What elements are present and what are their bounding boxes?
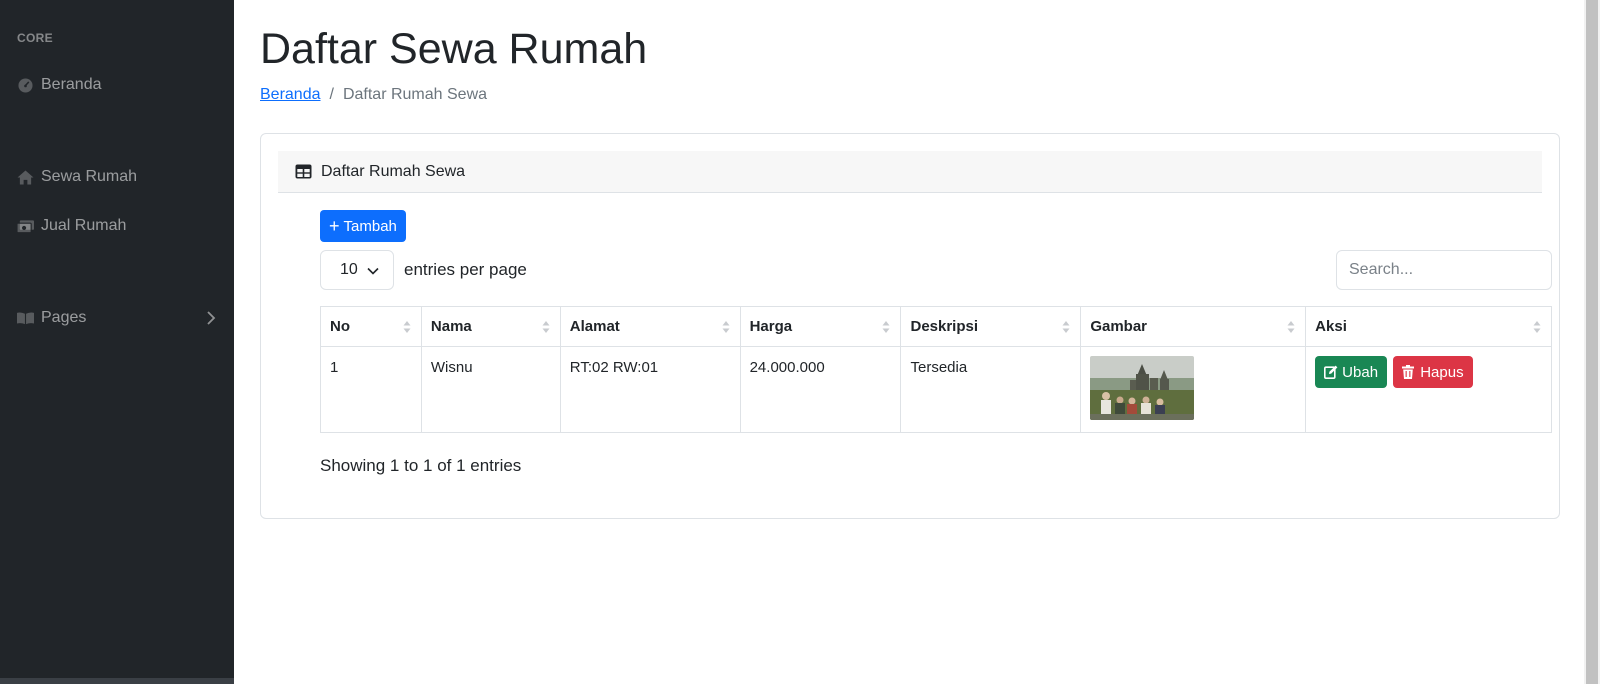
edit-button-label: Ubah: [1342, 363, 1379, 381]
sidebar-item-sewa-rumah[interactable]: Sewa Rumah: [16, 165, 137, 189]
column-header-gambar[interactable]: Gambar: [1080, 306, 1307, 347]
sidebar-item-pages[interactable]: Pages: [16, 306, 86, 330]
rental-table: No Nama Alamat Harga Deskripsi Gambar Ak…: [320, 306, 1552, 433]
column-header-label: Harga: [749, 318, 793, 335]
book-open-icon: [16, 310, 34, 326]
add-button-label: Tambah: [343, 217, 397, 235]
table-row: 1 Wisnu RT:02 RW:01 24.000.000 Tersedia: [320, 346, 1552, 433]
sort-icon: [722, 321, 730, 333]
cell-alamat: RT:02 RW:01: [559, 346, 741, 433]
sidebar-item-beranda[interactable]: Beranda: [16, 73, 102, 97]
sort-icon: [403, 321, 411, 333]
column-header-alamat[interactable]: Alamat: [559, 306, 741, 347]
entries-per-page-value: 10: [340, 261, 358, 278]
column-header-label: Nama: [430, 318, 472, 335]
page-title: Daftar Sewa Rumah: [260, 25, 648, 73]
rental-list-card: Daftar Rumah Sewa + Tambah 10 entries pe…: [260, 133, 1560, 519]
column-header-harga[interactable]: Harga: [739, 306, 902, 347]
money-bill-icon: [16, 218, 34, 234]
add-button[interactable]: + Tambah: [320, 210, 406, 242]
sidebar-heading: CORE: [17, 31, 53, 45]
main-content: Daftar Sewa Rumah Beranda / Daftar Rumah…: [234, 0, 1584, 684]
pagination-info: Showing 1 to 1 of 1 entries: [320, 456, 522, 475]
sidebar-item-label: Beranda: [41, 76, 102, 93]
tachometer-icon: [16, 77, 34, 93]
page-scrollbar[interactable]: [1584, 0, 1600, 684]
chevron-down-icon: [367, 267, 379, 275]
column-header-label: Alamat: [569, 318, 620, 335]
sidebar-footer: [0, 678, 234, 684]
delete-button-label: Hapus: [1420, 363, 1464, 381]
edit-button[interactable]: Ubah: [1315, 356, 1388, 388]
cell-deskripsi: Tersedia: [900, 346, 1082, 433]
sort-icon: [1287, 321, 1295, 333]
sidebar-item-label: Sewa Rumah: [41, 168, 138, 185]
entries-per-page-select[interactable]: 10: [320, 250, 394, 290]
breadcrumb-separator: /: [329, 86, 334, 103]
sort-icon: [1062, 321, 1070, 333]
cell-nama: Wisnu: [420, 346, 561, 433]
chevron-right-icon[interactable]: [204, 310, 218, 326]
card-title: Daftar Rumah Sewa: [321, 162, 466, 180]
sidebar-item-jual-rumah[interactable]: Jual Rumah: [16, 214, 126, 238]
table-header-row: No Nama Alamat Harga Deskripsi Gambar Ak…: [320, 306, 1552, 347]
column-header-label: Gambar: [1090, 318, 1148, 335]
sort-icon: [1533, 321, 1541, 333]
sort-icon: [542, 321, 550, 333]
breadcrumb: Beranda / Daftar Rumah Sewa: [260, 86, 487, 104]
edit-icon: [1324, 365, 1338, 379]
table-icon: [295, 164, 312, 179]
card-header: Daftar Rumah Sewa: [278, 151, 1542, 193]
entries-per-page-label: entries per page: [404, 260, 527, 279]
trash-icon: [1402, 365, 1416, 379]
sort-icon: [882, 321, 890, 333]
delete-button[interactable]: Hapus: [1393, 356, 1473, 388]
column-header-label: No: [330, 318, 350, 335]
column-header-aksi[interactable]: Aksi: [1305, 306, 1552, 347]
cell-gambar: [1080, 346, 1307, 433]
search-input[interactable]: [1336, 250, 1552, 290]
column-header-deskripsi[interactable]: Deskripsi: [900, 306, 1082, 347]
sidebar: CORE Beranda Sewa Rumah Jual Rumah Pages: [0, 0, 234, 684]
breadcrumb-home-link[interactable]: Beranda: [260, 86, 321, 104]
breadcrumb-current: Daftar Rumah Sewa: [342, 86, 488, 103]
plus-icon: +: [329, 216, 340, 236]
scrollbar-thumb[interactable]: [1586, 0, 1598, 684]
cell-aksi: Ubah Hapus: [1305, 346, 1552, 433]
column-header-nama[interactable]: Nama: [420, 306, 561, 347]
sidebar-item-label: Pages: [41, 309, 87, 326]
cell-no: 1: [320, 346, 422, 433]
sidebar-item-label: Jual Rumah: [41, 217, 127, 234]
column-header-label: Aksi: [1315, 318, 1347, 335]
cell-harga: 24.000.000: [739, 346, 902, 433]
home-icon: [16, 169, 34, 185]
column-header-label: Deskripsi: [910, 318, 979, 335]
house-photo-thumbnail: [1090, 356, 1195, 420]
column-header-no[interactable]: No: [320, 306, 422, 347]
